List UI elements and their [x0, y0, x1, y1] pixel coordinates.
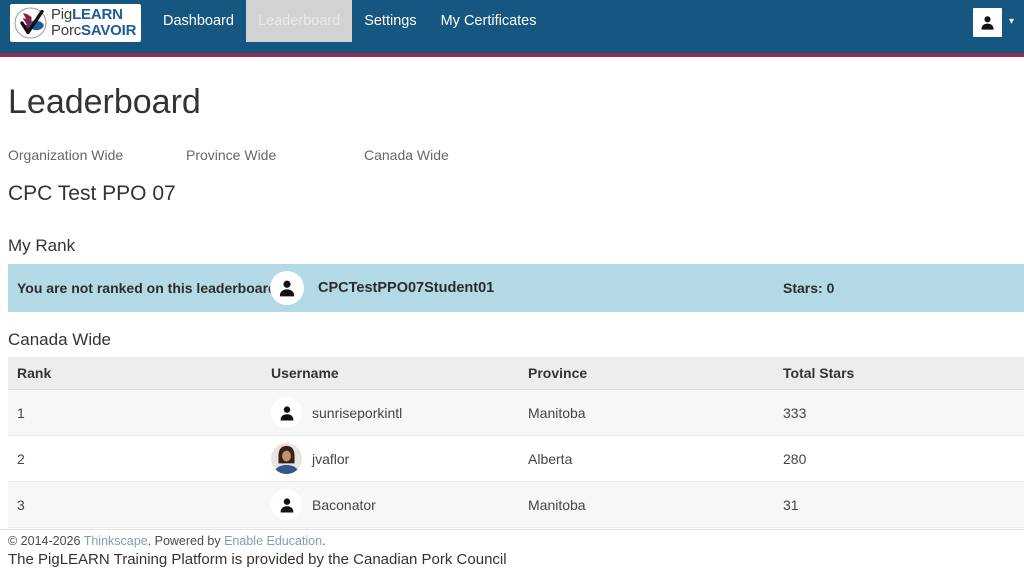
person-icon: [280, 405, 293, 420]
logo-learn: LEARN: [72, 6, 123, 23]
user-avatar-button[interactable]: [972, 8, 1002, 37]
avatar-photo: [271, 443, 302, 474]
my-rank-heading: My Rank: [8, 236, 76, 255]
page-title: Leaderboard: [8, 83, 201, 121]
username-cell: sunriseporkintl: [262, 397, 519, 428]
my-stars: Stars: 0: [783, 280, 835, 296]
province-value: Alberta: [528, 450, 573, 467]
province-value: Manitoba: [528, 496, 586, 513]
user-menu: ▾: [972, 8, 1014, 37]
period-text: .: [322, 534, 326, 548]
piglearn-emblem-icon: [14, 7, 47, 39]
leaderboard-table: Rank Username Province Total Stars 1 sun…: [8, 357, 1024, 528]
column-header-rank: Rank: [17, 365, 52, 381]
nav-item-settings[interactable]: Settings: [352, 0, 428, 42]
username-cell: Baconator: [262, 489, 519, 520]
powered-by-text: . Powered by: [147, 534, 225, 548]
table-row: 1 sunriseporkintl Manitoba 333: [8, 390, 1024, 436]
logo-porc: Porc: [51, 22, 82, 39]
avatar: [271, 397, 302, 428]
top-navbar: PigLEARN PorcSAVOIR Dashboard Leaderboar…: [0, 0, 1024, 57]
username-cell: jvaflor: [262, 443, 519, 474]
profile-photo: [271, 443, 302, 474]
organization-title: CPC Test PPO 07: [8, 182, 176, 205]
column-header-province: Province: [528, 365, 588, 381]
tab-canada-wide[interactable]: Canada Wide: [364, 147, 542, 163]
table-row: 2 jvaflor Alberta 280: [8, 436, 1024, 482]
province-value: Manitoba: [528, 404, 586, 421]
enable-education-link[interactable]: Enable Education: [224, 534, 322, 548]
thinkscape-link[interactable]: Thinkscape: [84, 534, 148, 548]
table-row: 3 Baconator Manitoba 31: [8, 482, 1024, 528]
not-ranked-message: You are not ranked on this leaderboard.: [17, 280, 281, 296]
logo-wordmark: PigLEARN PorcSAVOIR: [51, 7, 136, 39]
my-rank-banner: You are not ranked on this leaderboard. …: [8, 264, 1024, 312]
copyright-line: © 2014-2026 Thinkscape. Powered by Enabl…: [8, 534, 1024, 548]
rank-value: 3: [17, 496, 25, 513]
platform-tagline: The PigLEARN Training Platform is provid…: [8, 551, 507, 568]
nav-item-my-certificates[interactable]: My Certificates: [429, 0, 549, 42]
my-username: CPCTestPPO07Student01: [318, 280, 495, 296]
main-nav: Dashboard Leaderboard Settings My Certif…: [151, 0, 548, 42]
scope-tabs: Organization Wide Province Wide Canada W…: [8, 147, 1024, 163]
stars-value: 333: [783, 404, 807, 421]
logo-pig: Pig: [51, 6, 73, 23]
table-header-row: Rank Username Province Total Stars: [8, 357, 1024, 390]
username-value: Baconator: [312, 496, 376, 513]
nav-item-dashboard[interactable]: Dashboard: [151, 0, 246, 42]
column-header-total-stars: Total Stars: [783, 365, 855, 381]
person-icon: [280, 497, 293, 512]
chevron-down-icon[interactable]: ▾: [1009, 16, 1014, 27]
rank-value: 2: [17, 450, 25, 467]
username-value: sunriseporkintl: [312, 404, 403, 421]
my-avatar: [270, 271, 304, 305]
nav-item-leaderboard[interactable]: Leaderboard: [245, 0, 353, 42]
column-header-username: Username: [271, 365, 339, 381]
page-footer: © 2014-2026 Thinkscape. Powered by Enabl…: [0, 529, 1024, 568]
leaderboard-scope-heading: Canada Wide: [8, 330, 112, 349]
tab-province-wide[interactable]: Province Wide: [186, 147, 364, 163]
person-icon: [981, 16, 994, 30]
tab-organization-wide[interactable]: Organization Wide: [8, 147, 186, 163]
person-icon: [279, 280, 295, 297]
page-content: Leaderboard Organization Wide Province W…: [0, 82, 1024, 528]
stars-value: 31: [783, 496, 799, 513]
username-value: jvaflor: [312, 450, 350, 467]
copyright-text: © 2014-2026: [8, 534, 84, 548]
avatar: [271, 489, 302, 520]
logo-savoir: SAVOIR: [81, 22, 137, 39]
rank-value: 1: [17, 404, 25, 421]
piglearn-logo[interactable]: PigLEARN PorcSAVOIR: [10, 4, 141, 42]
stars-value: 280: [783, 450, 807, 467]
